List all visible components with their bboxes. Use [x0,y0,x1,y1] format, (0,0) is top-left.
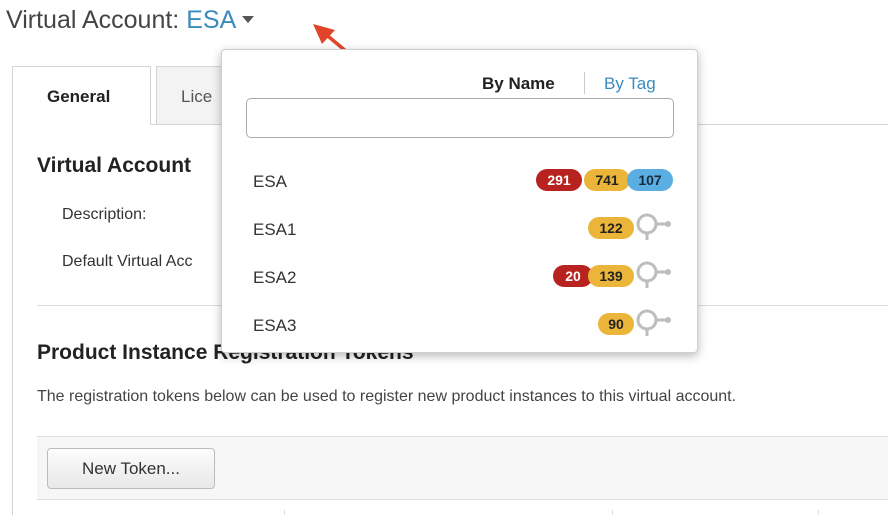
badge-yellow: 741 [584,169,630,191]
description-label: Description: [62,206,147,223]
account-dropdown: By Name By Tag ESA 291 741 107 ESA1 122 … [221,49,698,353]
badge-red: 20 [553,265,593,287]
account-name: ESA [186,6,237,34]
badge-red: 291 [536,169,582,191]
tag-icon[interactable] [634,212,672,242]
default-account-label: Default Virtual Acc [62,253,193,270]
tab-general-label: General [47,87,111,106]
account-item-label: ESA1 [253,220,297,239]
caret-down-icon[interactable] [242,15,255,23]
account-item-label: ESA2 [253,268,297,287]
tab-licenses-label: Lice [181,87,213,106]
account-item-esa2[interactable]: ESA2 20 139 [222,256,697,304]
table-column-divider [284,510,285,515]
account-item-label: ESA [253,172,288,191]
account-search-input[interactable] [246,98,674,138]
badge-yellow: 139 [588,265,634,287]
badge-blue: 107 [627,169,673,191]
tag-icon[interactable] [634,308,672,338]
tab-licenses[interactable]: Lice [156,66,226,124]
account-item-label: ESA3 [253,316,297,335]
sort-by-name[interactable]: By Name [482,74,555,94]
sort-divider [584,72,585,94]
account-item-esa3[interactable]: ESA3 90 [222,304,697,352]
panel-border [12,124,13,515]
tab-general[interactable]: General [12,66,151,124]
badge-yellow: 90 [598,313,634,335]
tokens-description: The registration tokens below can be use… [37,388,737,405]
table-column-divider [612,510,613,515]
page-header: Virtual Account: ESA [6,6,255,35]
account-item-esa[interactable]: ESA 291 741 107 [222,160,697,208]
section-title: Virtual Account [37,154,192,177]
badge-yellow: 122 [588,217,634,239]
new-token-button[interactable]: New Token... [47,448,215,489]
tag-icon[interactable] [634,260,672,290]
table-column-divider [818,510,819,515]
account-selector[interactable]: ESA [186,6,255,34]
account-item-esa1[interactable]: ESA1 122 [222,208,697,256]
header-prefix: Virtual Account: [6,6,180,34]
sort-by-tag[interactable]: By Tag [604,74,656,94]
